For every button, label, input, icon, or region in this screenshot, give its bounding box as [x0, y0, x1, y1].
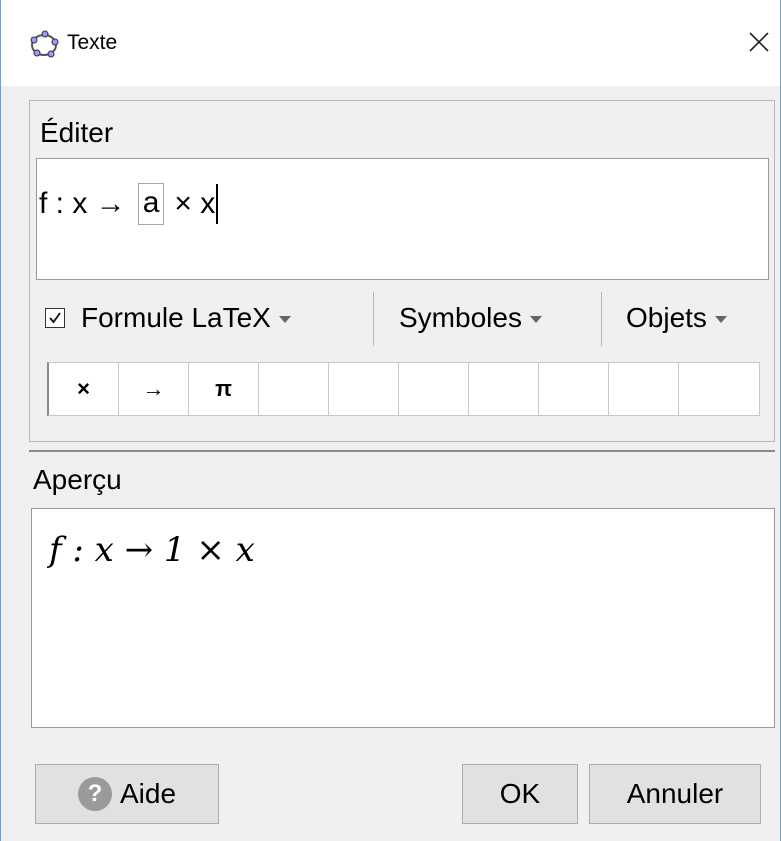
text-cursor	[216, 184, 219, 224]
edit-toolbar: Formule LaTeX Symboles Objets	[41, 292, 769, 346]
symbol-cell[interactable]	[259, 363, 329, 415]
cancel-button[interactable]: Annuler	[589, 764, 761, 824]
symbols-dropdown[interactable]: Symboles	[399, 300, 542, 336]
split-divider[interactable]	[29, 450, 775, 452]
symbol-table: × → π	[47, 362, 760, 416]
close-icon	[749, 32, 769, 52]
symbol-cell[interactable]	[539, 363, 609, 415]
symbol-cell[interactable]: →	[119, 363, 189, 415]
text-dialog: Texte Éditer f : x → a × x Formule LaTeX…	[0, 0, 781, 841]
objects-label: Objets	[626, 302, 707, 333]
formula-prefix: f : x →	[39, 187, 126, 220]
toolbar-separator	[601, 292, 602, 346]
check-icon	[49, 312, 61, 324]
help-button[interactable]: ? Aide	[35, 764, 219, 824]
toolbar-separator	[373, 292, 374, 346]
preview-label: Aperçu	[33, 464, 122, 495]
title-bar: Texte	[1, 0, 780, 86]
preview-formula: f : x → 1 × x	[49, 528, 255, 572]
symbol-cell[interactable]	[469, 363, 539, 415]
symbol-cell[interactable]	[399, 363, 469, 415]
preview-text: f : x → 1 × x	[49, 530, 255, 570]
symbol-cell[interactable]: π	[189, 363, 259, 415]
formula-text[interactable]: f : x → a × x	[39, 183, 219, 225]
latex-checkbox[interactable]	[45, 308, 65, 328]
latex-label: Formule LaTeX	[81, 302, 271, 333]
close-button[interactable]	[737, 18, 781, 66]
symbol-cell[interactable]	[329, 363, 399, 415]
latex-dropdown[interactable]: Formule LaTeX	[81, 300, 291, 336]
formula-suffix: × x	[174, 187, 216, 220]
geogebra-icon	[28, 28, 60, 60]
symbol-cell[interactable]	[679, 363, 759, 415]
help-label: Aide	[119, 778, 177, 809]
symbol-cell[interactable]	[609, 363, 679, 415]
chevron-down-icon	[529, 315, 542, 323]
chevron-down-icon	[714, 315, 727, 323]
object-placeholder[interactable]: a	[137, 183, 165, 225]
help-icon: ?	[77, 777, 112, 811]
symbol-cell[interactable]: ×	[49, 363, 119, 415]
ok-label: OK	[499, 778, 541, 809]
window-title: Texte	[67, 31, 118, 54]
chevron-down-icon	[278, 315, 291, 323]
objects-dropdown[interactable]: Objets	[626, 300, 727, 336]
ok-button[interactable]: OK	[462, 764, 578, 824]
edit-label: Éditer	[40, 117, 114, 148]
symbols-label: Symboles	[399, 302, 522, 333]
cancel-label: Annuler	[626, 778, 724, 809]
